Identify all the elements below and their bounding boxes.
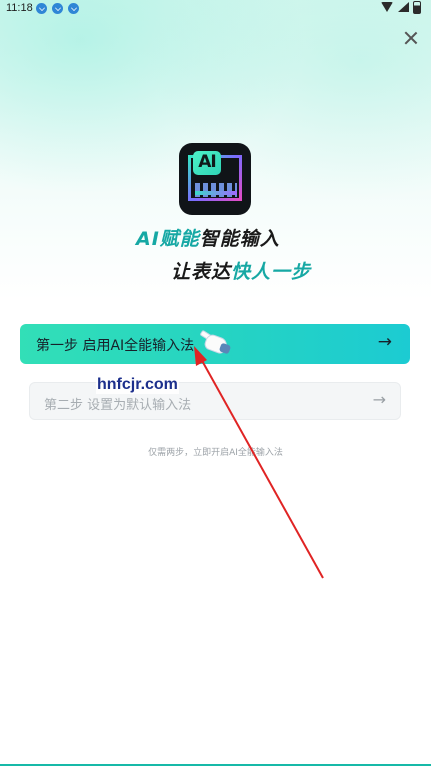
battery-icon [413,1,421,14]
headline-text: 智能输入 [199,228,280,250]
wifi-icon [381,2,393,12]
headline-line-2: 让表达快人一步 [171,257,311,284]
step1-label: 第一步 启用AI全能输入法 [36,338,195,354]
status-time: 11:18 [6,2,33,14]
speech-bubble-icon: AI [193,151,221,175]
status-bar: 11:18 [0,0,431,18]
download-notification-icon [36,3,47,14]
download-notification-icon [52,3,63,14]
arrow-right-icon: → [377,332,392,352]
arrow-right-icon: → [372,390,386,409]
step2-label: 第二步 设置为默认输入法 [44,398,192,413]
watermark: hnfcjr.com [96,376,179,394]
headline-accent: 快人一步 [231,261,312,283]
hint-text: 仅需两步，立即开启AI全能输入法 [148,448,283,458]
keyboard-spacebar [195,191,237,195]
step1-enable-keyboard-button[interactable]: 第一步 启用AI全能输入法 → [20,324,410,364]
download-notification-icon [68,3,79,14]
app-logo: AI [179,143,251,215]
pointing-hand-icon [199,329,232,356]
cell-signal-icon [398,2,409,12]
headline-text: 让表达 [171,261,232,283]
close-icon[interactable] [401,28,421,48]
logo-text: AI [198,152,216,172]
headline-accent: AI赋能 [136,228,200,250]
step2-set-default-button[interactable]: 第二步 设置为默认输入法 → [29,382,401,420]
headline-line-1: AI赋能智能输入 [136,224,280,251]
